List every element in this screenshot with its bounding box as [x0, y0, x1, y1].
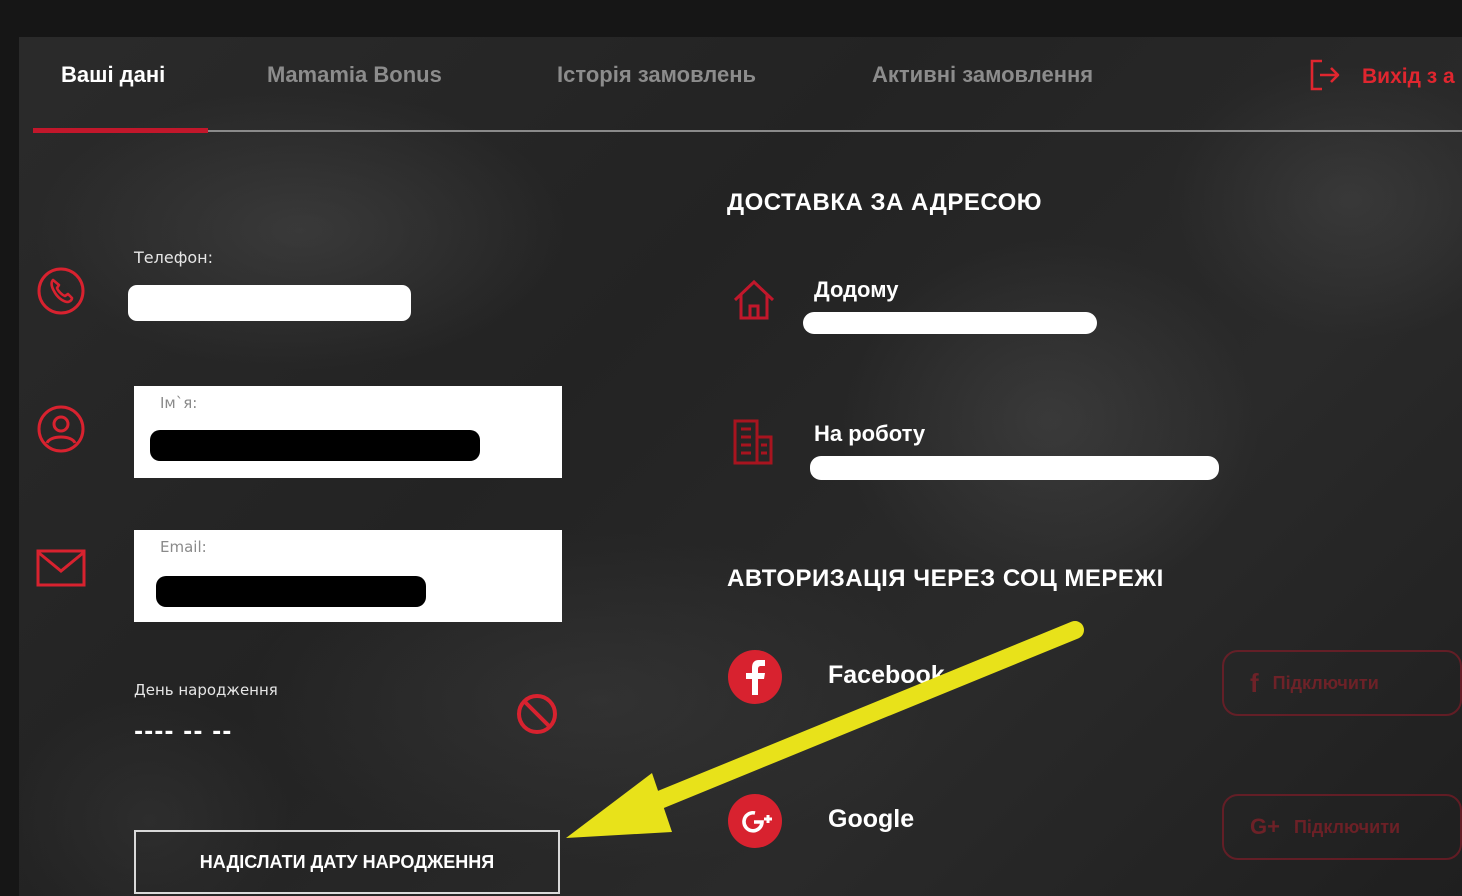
email-label: Email: [160, 538, 207, 556]
facebook-connect-label: Підключити [1272, 672, 1379, 693]
tabs-divider [33, 130, 1462, 132]
google-connect-label: Підключити [1293, 816, 1401, 837]
active-tab-indicator [33, 128, 208, 133]
left-band [0, 0, 19, 896]
page: Ваші дані Mamamia Bonus Історія замовлен… [0, 0, 1462, 896]
facebook-icon [727, 649, 783, 709]
home-icon [732, 278, 776, 326]
google-g-icon: G+ [1250, 814, 1280, 839]
name-label: Ім`я: [160, 394, 198, 412]
work-address-input[interactable] [810, 456, 1219, 480]
name-value-redacted [150, 430, 480, 461]
logout-label: Вихід з а [1362, 65, 1455, 88]
tab-your-data[interactable]: Ваші дані [61, 62, 165, 88]
home-label: Додому [814, 277, 899, 302]
name-field[interactable]: Ім`я: [134, 386, 562, 478]
logout-icon [1308, 58, 1342, 96]
phone-icon [36, 266, 86, 320]
building-icon [732, 417, 774, 469]
google-label: Google [828, 805, 915, 833]
facebook-f-icon: f [1250, 667, 1259, 698]
birthday-value[interactable]: ---- -- -- [134, 720, 232, 745]
mail-icon [36, 548, 86, 592]
tab-mamamia-bonus[interactable]: Mamamia Bonus [267, 62, 442, 88]
google-icon [727, 793, 783, 853]
google-connect-button[interactable]: G+ Підключити [1222, 794, 1462, 860]
top-band [0, 0, 1462, 37]
no-entry-icon [515, 692, 559, 740]
tab-active-orders[interactable]: Активні замовлення [872, 62, 1093, 88]
send-birthday-button[interactable]: НАДІСЛАТИ ДАТУ НАРОДЖЕННЯ [134, 830, 560, 894]
email-value-redacted [156, 576, 426, 607]
email-field[interactable]: Email: [134, 530, 562, 622]
facebook-connect-button[interactable]: f Підключити [1222, 650, 1462, 716]
delivery-title: ДОСТАВКА ЗА АДРЕСОЮ [727, 189, 1042, 216]
birthday-label: День народження [134, 681, 278, 699]
work-label: На роботу [814, 421, 926, 446]
phone-label: Телефон: [134, 248, 214, 267]
social-title: АВТОРИЗАЦІЯ ЧЕРЕЗ СОЦ МЕРЕЖІ [727, 565, 1164, 592]
tab-order-history[interactable]: Історія замовлень [557, 62, 756, 88]
home-address-input[interactable] [803, 312, 1097, 334]
user-icon [36, 404, 86, 458]
facebook-label: Facebook [828, 661, 945, 689]
logout-button[interactable]: Вихід з а [1308, 58, 1455, 96]
phone-input[interactable] [128, 285, 411, 321]
